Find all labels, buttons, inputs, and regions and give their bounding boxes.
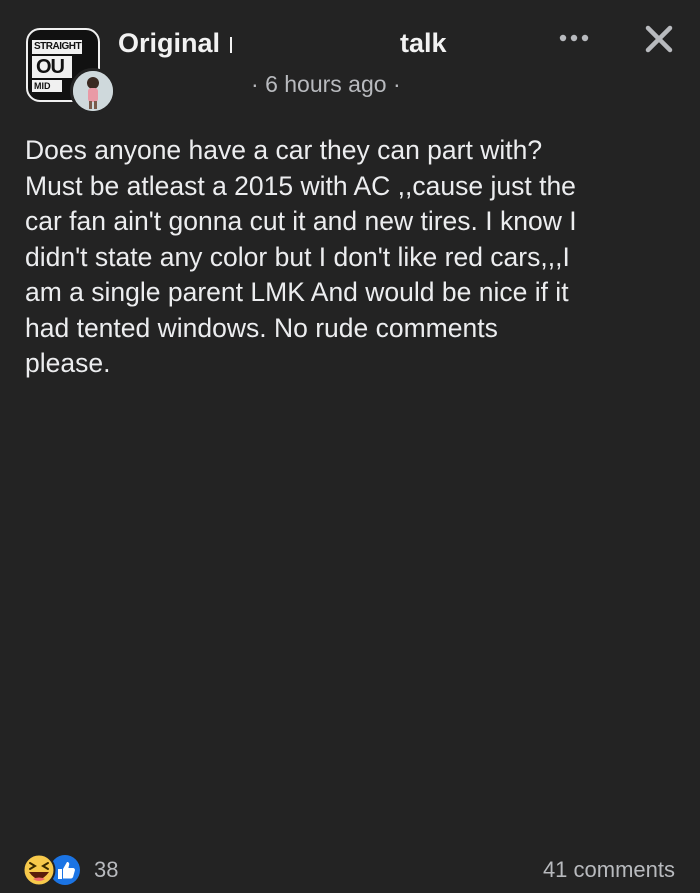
meta-separator: ·	[251, 71, 259, 97]
comments-count-link[interactable]: 41 comments	[543, 857, 675, 883]
reaction-count[interactable]: 38	[94, 857, 118, 883]
more-horizontal-icon	[559, 34, 589, 42]
post-footer: 38 41 comments	[0, 420, 700, 887]
group-title-end: talk	[400, 28, 447, 58]
post-timestamp[interactable]: 6 hours ago	[265, 71, 386, 97]
reactions-button[interactable]	[22, 852, 142, 888]
person-icon	[73, 71, 113, 111]
post-meta: · 6 hours ago ·	[251, 71, 401, 98]
group-icon-text-3: MID	[34, 81, 51, 91]
author-avatar[interactable]	[70, 68, 116, 114]
close-icon	[645, 25, 673, 53]
group-icon-text-1: STRAIGHT	[34, 41, 82, 52]
close-button[interactable]	[640, 22, 680, 62]
group-title[interactable]: Original talk	[118, 28, 447, 59]
group-title-start: Original	[118, 28, 221, 58]
title-redaction	[228, 35, 393, 55]
post-body: Does anyone have a car they can part wit…	[25, 135, 577, 378]
post-header: STRAIGHT OU MID Original talk · 6 hours …	[0, 0, 700, 120]
group-icon-text-2: OU	[36, 56, 65, 78]
more-options-button[interactable]	[556, 22, 596, 52]
meta-separator: ·	[392, 71, 401, 97]
haha-icon	[22, 853, 56, 887]
